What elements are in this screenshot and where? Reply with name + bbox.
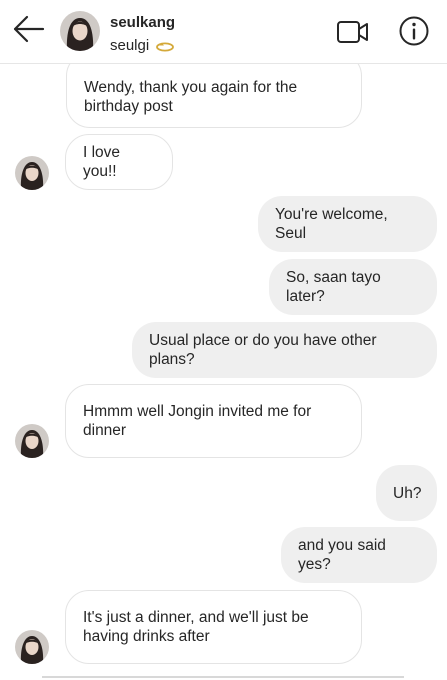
message-text: You're welcome, Seul	[275, 206, 388, 242]
message-text: It's just a dinner, and we'll just be ha…	[83, 608, 309, 646]
message-bubble-outgoing[interactable]: and you said yes?	[281, 527, 437, 583]
message-line: having drinks after	[83, 628, 210, 645]
message-text: Usual place or do you have other plans?	[149, 332, 377, 368]
message-text: Uh?	[393, 484, 422, 502]
chat-subname: seulgi	[110, 37, 150, 54]
info-button[interactable]	[398, 15, 430, 47]
arrow-left-icon	[13, 15, 45, 43]
avatar-image	[15, 156, 49, 190]
chat-header: seulkang seulgi	[0, 0, 447, 64]
composer-edge	[42, 676, 404, 678]
message-line: It's just a dinner, and we'll just be	[83, 609, 309, 626]
message-text: Hmmm well Jongin invited me for dinner	[83, 402, 311, 440]
message-line: dinner	[83, 422, 127, 439]
message-bubble-incoming[interactable]: Hmmm well Jongin invited me for dinner	[65, 384, 362, 458]
message-line: Wendy, thank you again for the	[84, 79, 298, 96]
message-bubble-outgoing[interactable]: So, saan tayo later?	[269, 259, 437, 315]
message-text: I love you!!	[83, 144, 121, 180]
sender-avatar[interactable]	[15, 424, 49, 458]
video-camera-icon	[337, 21, 368, 43]
message-text: So, saan tayo later?	[286, 269, 381, 305]
avatar-image	[15, 424, 49, 458]
avatar-image	[60, 11, 100, 51]
message-bubble-outgoing[interactable]: Uh?	[376, 465, 437, 521]
info-icon	[399, 16, 429, 46]
avatar-image	[15, 630, 49, 664]
message-line: birthday post	[84, 98, 173, 115]
message-bubble-outgoing[interactable]: You're welcome, Seul	[258, 196, 437, 252]
video-call-button[interactable]	[336, 18, 370, 46]
sender-avatar[interactable]	[15, 630, 49, 664]
avatar[interactable]	[60, 11, 100, 51]
message-bubble-incoming[interactable]: I love you!!	[65, 134, 173, 190]
sender-avatar[interactable]	[15, 156, 49, 190]
message-thread[interactable]: Wendy, thank you again for the birthday …	[0, 0, 447, 680]
ring-icon	[155, 40, 175, 52]
chat-username[interactable]: seulkang	[110, 14, 175, 31]
message-bubble-outgoing[interactable]: Usual place or do you have other plans?	[132, 322, 437, 378]
back-button[interactable]	[12, 14, 46, 44]
chat-subname-row: seulgi	[110, 37, 175, 54]
message-line: Hmmm well Jongin invited me for	[83, 403, 312, 420]
message-text: Wendy, thank you again for the birthday …	[84, 78, 297, 116]
message-bubble-incoming[interactable]: It's just a dinner, and we'll just be ha…	[65, 590, 362, 664]
message-text: and you said yes?	[298, 537, 386, 573]
